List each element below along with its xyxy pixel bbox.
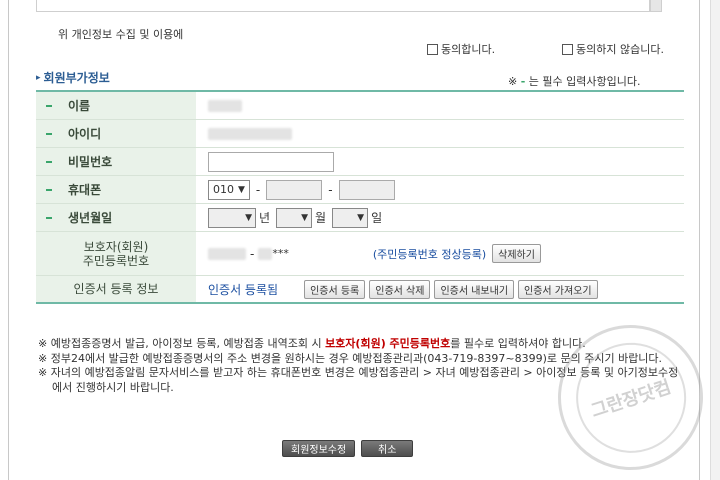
birthdate-label: 생년월일: [36, 204, 196, 231]
required-mark-icon: [46, 216, 52, 219]
guardian-ssn-status: (주민등록번호 정상등록): [372, 247, 487, 261]
id-label: 아이디: [36, 120, 196, 147]
guardian-ssn-front-redacted: [208, 247, 246, 260]
privacy-text-box[interactable]: [36, 0, 650, 12]
name-value-redacted: [208, 99, 242, 112]
agree-label: 동의합니다.: [441, 43, 496, 56]
guardian-ssn-back-redacted: [258, 247, 273, 260]
page-scrollbar[interactable]: [710, 0, 720, 480]
guardian-ssn-label: 보호자(회원) 주민등록번호: [36, 232, 196, 275]
row-phone: 휴대폰 010 ▼ - -: [36, 176, 684, 204]
required-mark-icon: [46, 160, 52, 163]
agree-option[interactable]: 동의합니다.: [427, 41, 495, 57]
chevron-down-icon: ▼: [245, 212, 252, 223]
disagree-checkbox[interactable]: [562, 43, 573, 55]
disagree-label: 동의하지 않습니다.: [576, 43, 664, 56]
delete-ssn-button[interactable]: 삭제하기: [492, 244, 541, 263]
cert-register-button[interactable]: 인증서 등록: [304, 279, 366, 299]
phone-middle-input[interactable]: [266, 179, 323, 200]
chevron-down-icon: ▼: [357, 212, 365, 223]
guardian-ssn-mask: ***: [272, 247, 289, 260]
certificate-status: 인증서 등록됨: [208, 282, 279, 297]
password-label: 비밀번호: [36, 148, 196, 175]
password-input[interactable]: [208, 151, 334, 172]
row-password: 비밀번호: [36, 148, 684, 176]
cert-export-button[interactable]: 인증서 내보내기: [434, 279, 515, 299]
required-mark-icon: [46, 132, 52, 135]
disagree-option[interactable]: 동의하지 않습니다.: [562, 41, 664, 57]
cert-delete-button[interactable]: 인증서 삭제: [369, 279, 431, 299]
birth-year-select[interactable]: ▼: [208, 207, 256, 228]
required-mark-icon: [46, 104, 52, 107]
id-value-redacted: [208, 127, 292, 140]
agree-checkbox[interactable]: [427, 43, 438, 55]
cert-import-button[interactable]: 인증서 가져오기: [518, 279, 598, 299]
row-guardian-ssn: 보호자(회원) 주민등록번호 - *** (주민등록번호 정상등록) 삭제하기: [36, 232, 684, 276]
form-actions: 회원정보수정 취소: [282, 440, 414, 457]
row-certificate: 인증서 등록 정보 인증서 등록됨 인증서 등록 인증서 삭제 인증서 내보내기…: [36, 276, 684, 304]
triangle-right-icon: ▸: [36, 72, 41, 83]
chevron-down-icon: ▼: [301, 212, 309, 223]
birth-month-select[interactable]: ▼: [276, 207, 313, 228]
member-info-table: 이름 아이디 비밀번호 휴대폰 010 ▼ - - 생년월일 ▼ 년 ▼ 월 ▼…: [36, 90, 684, 304]
name-label: 이름: [36, 92, 196, 119]
phone-last-input[interactable]: [338, 179, 395, 200]
certificate-label: 인증서 등록 정보: [36, 276, 196, 302]
required-note: ※ - 는 필수 입력사항입니다.: [508, 75, 641, 88]
update-member-button[interactable]: 회원정보수정: [282, 440, 356, 457]
phone-label: 휴대폰: [36, 176, 196, 203]
privacy-text-scrollbar[interactable]: [650, 0, 662, 12]
row-id: 아이디: [36, 120, 684, 148]
cancel-button[interactable]: 취소: [361, 440, 414, 457]
chevron-down-icon: ▼: [238, 184, 245, 195]
section-title: ▸ 회원부가정보: [36, 71, 110, 85]
required-mark-icon: [46, 188, 52, 191]
consent-question: 위 개인정보 수집 및 이용에: [58, 28, 184, 41]
birth-day-select[interactable]: ▼: [332, 207, 369, 228]
row-name: 이름: [36, 92, 684, 120]
row-birthdate: 생년월일 ▼ 년 ▼ 월 ▼ 일: [36, 204, 684, 232]
phone-prefix-select[interactable]: 010 ▼: [208, 179, 250, 200]
